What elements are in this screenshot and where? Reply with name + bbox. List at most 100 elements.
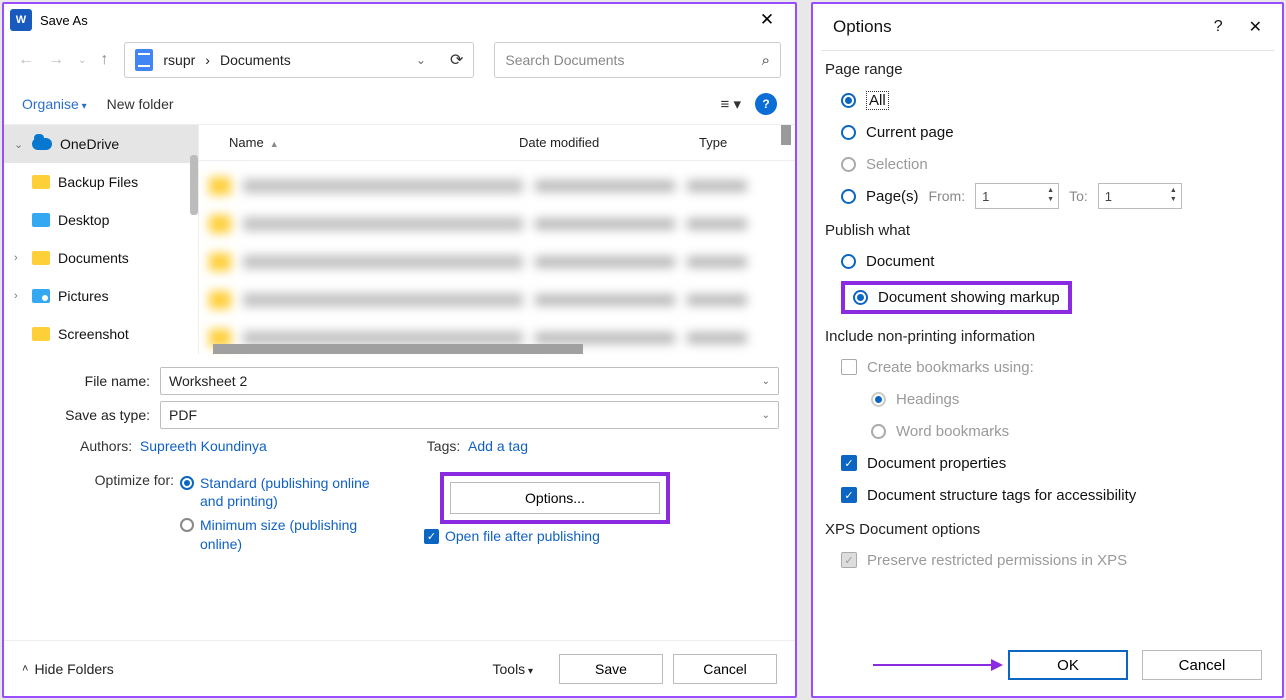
search-icon[interactable]: ⌕ — [762, 52, 770, 69]
file-rows — [199, 161, 795, 357]
folder-icon — [32, 327, 50, 341]
optimize-standard-radio[interactable]: Standard (publishing online and printing… — [180, 474, 370, 510]
page-range-current-radio[interactable]: Current page — [841, 116, 1270, 148]
list-item[interactable] — [209, 243, 795, 281]
file-list: Name▲ Date modified Type — [199, 125, 795, 354]
view-mode-button[interactable]: ≡ ▾ — [721, 95, 741, 113]
sidebar-item-desktop[interactable]: Desktop — [4, 201, 198, 239]
search-placeholder: Search Documents — [505, 52, 624, 68]
ok-button[interactable]: OK — [1008, 650, 1128, 680]
location-icon — [135, 49, 153, 71]
publish-what-group: Publish what — [813, 212, 1282, 245]
chevron-down-icon[interactable]: ⌄ — [416, 53, 426, 67]
organise-menu[interactable]: Organise — [22, 96, 87, 112]
options-title: Options — [833, 17, 892, 37]
close-icon[interactable]: ✕ — [745, 10, 789, 30]
back-icon[interactable]: ← — [18, 51, 34, 69]
save-type-select[interactable]: PDF⌄ — [160, 401, 779, 429]
list-item[interactable] — [209, 167, 795, 205]
new-folder-button[interactable]: New folder — [107, 96, 174, 112]
folder-icon — [32, 175, 50, 189]
sidebar-item-pictures[interactable]: ›Pictures — [4, 277, 198, 315]
recent-dropdown-icon[interactable]: ⌄ — [78, 55, 86, 66]
vscrollbar[interactable] — [781, 125, 791, 145]
file-name-input[interactable]: Worksheet 2⌄ — [160, 367, 779, 395]
breadcrumb[interactable]: rsupr › Documents ⌄ ⟳ — [124, 42, 474, 78]
page-range-selection-radio: Selection — [841, 148, 1270, 180]
forward-icon[interactable]: → — [48, 51, 64, 69]
column-date[interactable]: Date modified — [519, 135, 699, 150]
tags-value[interactable]: Add a tag — [468, 438, 528, 454]
list-item[interactable] — [209, 205, 795, 243]
optimize-minimum-radio[interactable]: Minimum size (publishing online) — [180, 516, 370, 552]
file-name-label: File name: — [20, 373, 160, 389]
annotation-arrow — [873, 664, 993, 666]
toolbar: Organise New folder ≡ ▾ ? — [4, 84, 795, 124]
save-button[interactable]: Save — [559, 654, 663, 684]
options-button[interactable]: Options... — [450, 482, 660, 514]
word-bookmarks-radio: Word bookmarks — [871, 415, 1270, 447]
hscrollbar[interactable] — [213, 344, 583, 354]
sort-asc-icon: ▲ — [270, 139, 279, 149]
publish-document-radio[interactable]: Document — [841, 245, 1270, 277]
window-title: Save As — [40, 13, 88, 28]
page-range-group: Page range — [813, 51, 1282, 84]
from-label: From: — [929, 188, 966, 204]
to-label: To: — [1069, 188, 1088, 204]
cancel-button[interactable]: Cancel — [673, 654, 777, 684]
onedrive-icon — [32, 138, 52, 150]
chevron-down-icon[interactable]: ⌄ — [762, 410, 770, 421]
column-name[interactable]: Name▲ — [199, 135, 519, 150]
desktop-icon — [32, 213, 50, 227]
from-spinner[interactable]: 1 — [975, 183, 1059, 209]
list-item[interactable] — [209, 281, 795, 319]
nav-bar: ← → ⌄ ↑ rsupr › Documents ⌄ ⟳ Search Doc… — [4, 36, 795, 84]
tags-label: Tags: — [427, 438, 460, 454]
page-range-pages-radio[interactable]: Page(s) From: 1 To: 1 — [841, 180, 1270, 212]
help-icon[interactable]: ? — [1214, 18, 1223, 36]
folder-icon — [32, 251, 50, 265]
xps-preserve-checkbox: ✓Preserve restricted permissions in XPS — [841, 544, 1270, 576]
options-button-highlight: Options... — [440, 472, 670, 524]
cancel-button[interactable]: Cancel — [1142, 650, 1262, 680]
save-type-label: Save as type: — [20, 407, 160, 423]
breadcrumb-folder[interactable]: Documents — [220, 52, 291, 68]
options-titlebar: Options ? ✕ — [813, 4, 1282, 50]
up-icon[interactable]: ↑ — [100, 51, 108, 69]
sidebar-item-backup[interactable]: Backup Files — [4, 163, 198, 201]
publish-markup-radio[interactable] — [853, 290, 868, 305]
optimize-label: Optimize for: — [80, 472, 180, 553]
close-icon[interactable]: ✕ — [1249, 17, 1262, 37]
doc-tags-checkbox[interactable]: ✓Document structure tags for accessibili… — [841, 479, 1270, 511]
page-range-all-radio[interactable]: All — [841, 84, 1270, 116]
sidebar-item-documents[interactable]: ›Documents — [4, 239, 198, 277]
publish-markup-highlight: Document showing markup — [841, 281, 1072, 314]
chevron-down-icon[interactable]: ⌄ — [762, 376, 770, 387]
sidebar-item-onedrive[interactable]: ⌄OneDrive — [4, 125, 198, 163]
titlebar: W Save As ✕ — [4, 4, 795, 36]
refresh-icon[interactable]: ⟳ — [450, 50, 463, 70]
non-printing-group: Include non-printing information — [813, 318, 1282, 351]
to-spinner[interactable]: 1 — [1098, 183, 1182, 209]
folder-tree: ⌄OneDrive Backup Files Desktop ›Document… — [4, 125, 199, 354]
hide-folders-button[interactable]: ˄Hide Folders — [22, 661, 114, 677]
options-dialog: Options ? ✕ Page range All Current page … — [811, 2, 1284, 698]
chevron-up-icon: ˄ — [22, 663, 28, 675]
headings-radio: Headings — [871, 383, 1270, 415]
open-after-checkbox[interactable]: ✓ Open file after publishing — [424, 528, 779, 544]
breadcrumb-sep: › — [205, 52, 210, 68]
authors-label: Authors: — [80, 438, 132, 454]
word-icon: W — [10, 9, 32, 31]
create-bookmarks-checkbox: Create bookmarks using: — [841, 351, 1270, 383]
sidebar-scrollbar[interactable] — [190, 155, 198, 215]
doc-properties-checkbox[interactable]: ✓Document properties — [841, 447, 1270, 479]
checkbox-on-icon: ✓ — [424, 529, 439, 544]
authors-value[interactable]: Supreeth Koundinya — [140, 438, 267, 454]
tools-menu[interactable]: Tools — [493, 661, 534, 677]
help-icon[interactable]: ? — [755, 93, 777, 115]
pictures-icon — [32, 289, 50, 303]
breadcrumb-user[interactable]: rsupr — [163, 52, 195, 68]
xps-group: XPS Document options — [813, 511, 1282, 544]
sidebar-item-screenshot[interactable]: Screenshot — [4, 315, 198, 353]
search-input[interactable]: Search Documents ⌕ — [494, 42, 781, 78]
